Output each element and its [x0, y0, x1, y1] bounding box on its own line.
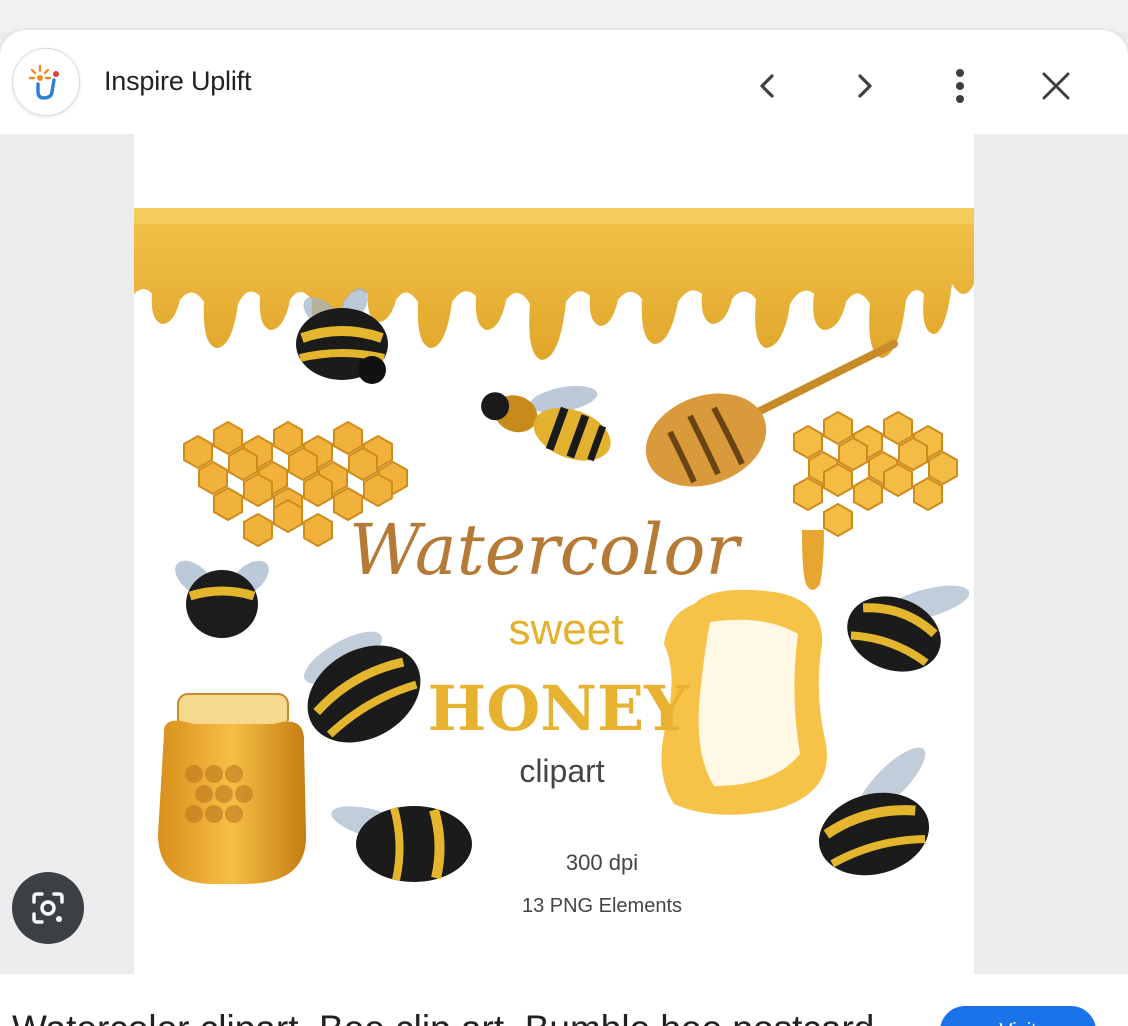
visit-button[interactable]: Visit	[940, 1006, 1096, 1026]
honey-drip-border	[134, 208, 974, 360]
artwork-resolution: 300 dpi	[566, 850, 638, 875]
result-footer: Watercolor clipart, Bee clip art, Bumble…	[0, 974, 1128, 1026]
close-icon	[1042, 72, 1070, 100]
bee-top-center	[481, 386, 611, 462]
result-caption[interactable]: Watercolor clipart, Bee clip art, Bumble…	[12, 1008, 874, 1026]
artwork-title: Watercolor	[349, 509, 742, 591]
artwork-subtitle: sweet	[509, 605, 624, 654]
honeycomb-right	[793, 410, 958, 538]
artwork-headline: HONEY	[428, 672, 690, 745]
bee-bottom-left	[331, 806, 472, 882]
image-preview-sheet: Inspire Uplift Watercolor sweet HONEY cl…	[0, 30, 1128, 1026]
honey-drop	[802, 530, 824, 590]
image-viewer: Watercolor sweet HONEY clipart 300 dpi 1…	[0, 134, 1128, 974]
lens-search-icon	[32, 892, 64, 924]
preview-header: Inspire Uplift	[0, 30, 1128, 134]
next-button[interactable]	[836, 58, 892, 114]
honey-dipper	[645, 340, 898, 487]
site-name[interactable]: Inspire Uplift	[104, 66, 251, 97]
chevron-left-icon	[760, 74, 774, 98]
artwork-elements: 13 PNG Elements	[522, 895, 682, 917]
honey-clipart-artwork: Watercolor sweet HONEY clipart 300 dpi 1…	[134, 208, 974, 917]
bee-center	[304, 631, 421, 743]
artwork-kind: clipart	[519, 753, 604, 789]
site-logo[interactable]	[12, 48, 80, 116]
close-button[interactable]	[1028, 58, 1084, 114]
more-options-button[interactable]	[932, 58, 988, 114]
lens-search-button[interactable]	[12, 872, 84, 944]
chevron-right-icon	[858, 74, 872, 98]
bee-right-middle	[847, 585, 970, 672]
more-vertical-icon	[956, 69, 964, 103]
previous-button[interactable]	[740, 58, 796, 114]
honey-jar	[158, 693, 307, 884]
preview-image[interactable]: Watercolor sweet HONEY clipart 300 dpi 1…	[134, 134, 974, 974]
bee-left-middle	[175, 560, 269, 638]
top-strip	[0, 0, 1128, 32]
inspire-uplift-logo-icon	[28, 64, 59, 100]
